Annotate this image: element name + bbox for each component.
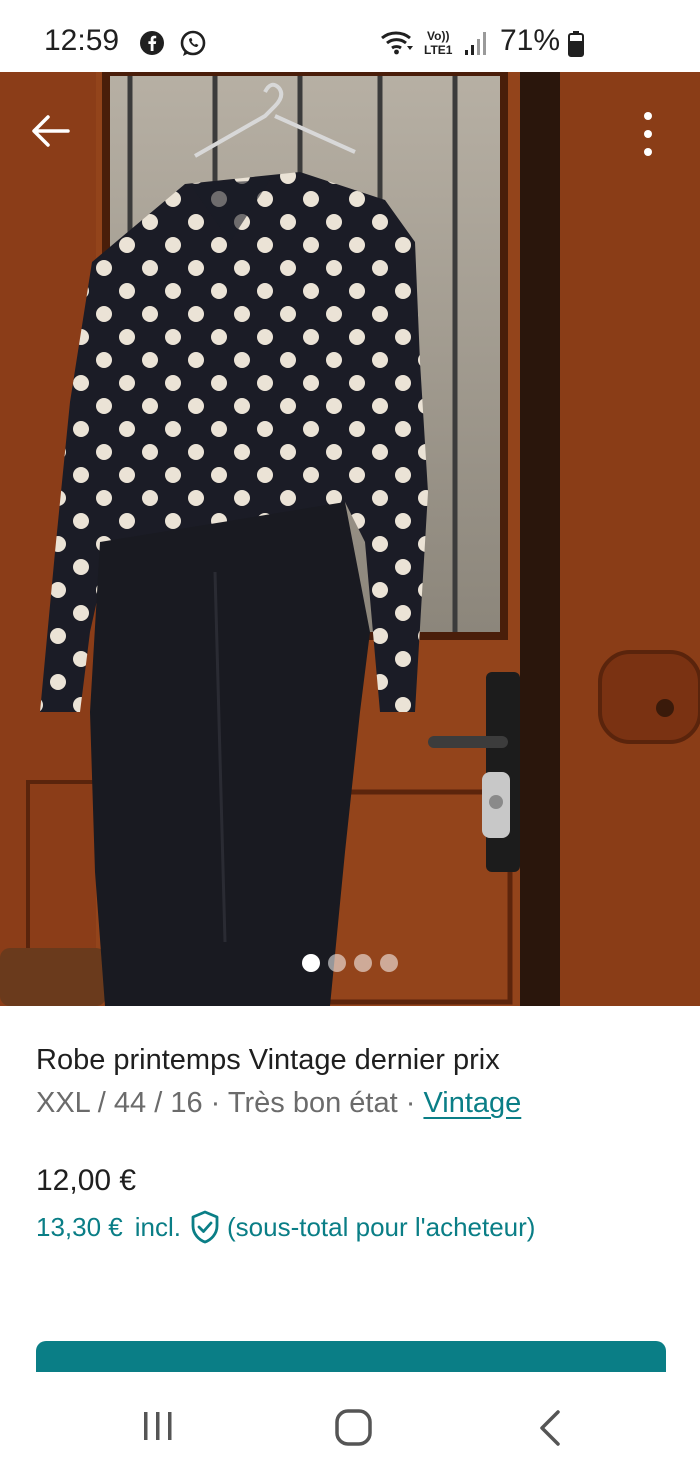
whatsapp-icon (178, 29, 208, 64)
dress-image (0, 72, 700, 1006)
volte-icon: Vo)) LTE1 (424, 29, 453, 57)
buyer-protection-icon[interactable] (189, 1210, 221, 1244)
item-price: 12,00 € (36, 1164, 137, 1197)
brand-link[interactable]: Vintage (423, 1087, 521, 1119)
more-vertical-icon (644, 112, 652, 156)
chevron-left-icon (540, 1410, 560, 1446)
home-icon (335, 1409, 372, 1446)
carousel-dot-4[interactable] (380, 954, 398, 972)
wifi-icon (380, 30, 414, 61)
battery-icon (568, 31, 584, 62)
total-price: 13,30 € (36, 1211, 123, 1242)
more-options-button[interactable] (630, 104, 666, 164)
battery-percentage: 71% (500, 24, 561, 57)
separator: · (397, 1087, 424, 1119)
home-button[interactable] (334, 1408, 374, 1453)
carousel-dot-3[interactable] (354, 954, 372, 972)
system-navigation-bar (0, 1372, 700, 1478)
item-size: XXL / 44 / 16 (36, 1087, 203, 1119)
recent-apps-button[interactable] (140, 1408, 176, 1449)
item-details: XXL / 44 / 16 · Très bon état · Vintage (36, 1087, 521, 1120)
signal-icon (464, 30, 490, 61)
status-time: 12:59 (44, 24, 120, 57)
total-note: (sous-total pour l'acheteur) (227, 1211, 536, 1242)
product-photo[interactable] (0, 72, 700, 1006)
separator: · (202, 1087, 228, 1119)
back-nav-button[interactable] (532, 1408, 568, 1453)
status-bar: 12:59 Vo)) LTE1 71% (0, 0, 700, 72)
carousel-dot-1[interactable] (302, 954, 320, 972)
carousel-indicator (300, 954, 400, 972)
arrow-left-icon (32, 115, 70, 147)
facebook-icon (139, 30, 165, 61)
item-title: Robe printemps Vintage dernier prix (36, 1044, 500, 1076)
back-button[interactable] (24, 104, 76, 156)
incl-label: incl. (134, 1211, 181, 1242)
recent-apps-icon (144, 1412, 172, 1440)
item-condition: Très bon état (227, 1087, 398, 1119)
carousel-dot-2[interactable] (328, 954, 346, 972)
total-price-row[interactable]: 13,30 € incl. (sous-total pour l'acheteu… (36, 1210, 535, 1244)
